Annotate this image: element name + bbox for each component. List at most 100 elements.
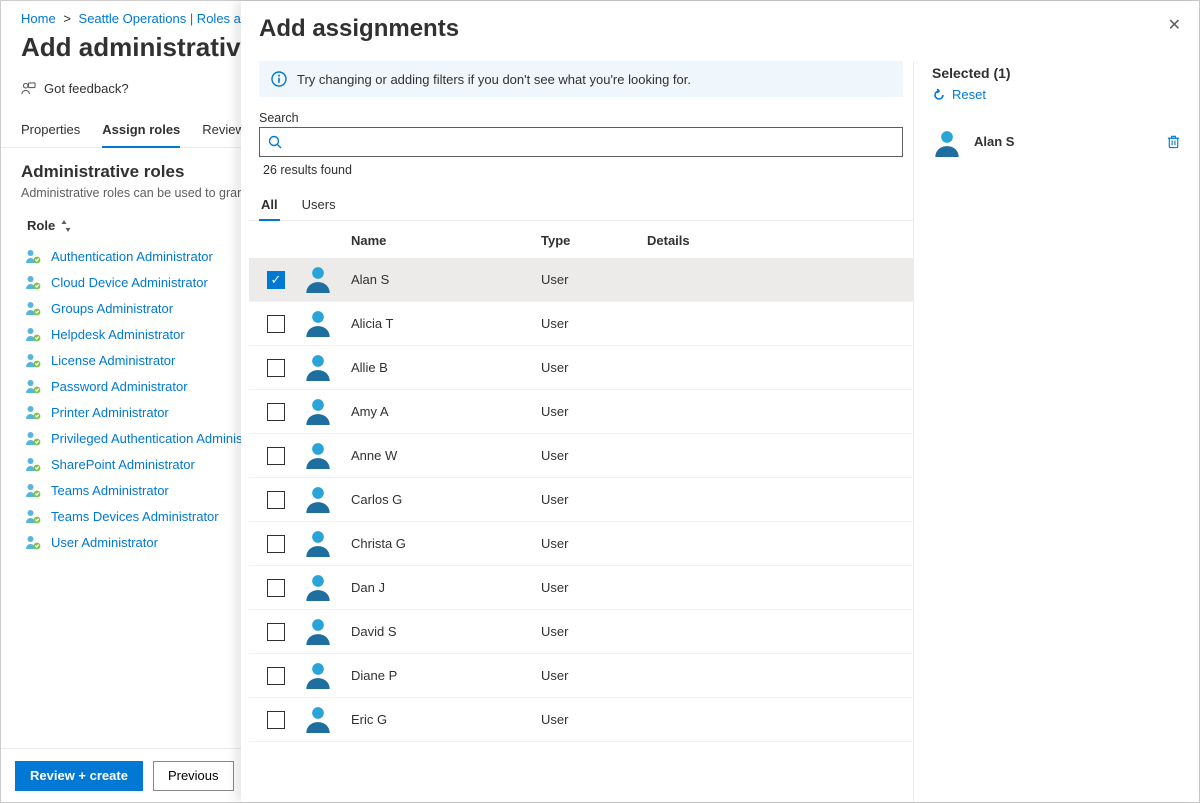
checkbox[interactable] <box>267 579 285 597</box>
roles-column-label: Role <box>27 218 55 233</box>
checkbox[interactable] <box>267 711 285 729</box>
user-type: User <box>541 712 647 727</box>
user-name: Eric G <box>351 712 541 727</box>
role-link[interactable]: Cloud Device Administrator <box>51 275 208 290</box>
role-icon <box>25 482 41 498</box>
role-link[interactable]: Helpdesk Administrator <box>51 327 185 342</box>
panel-tabs: All Users <box>249 191 913 221</box>
user-name: Diane P <box>351 668 541 683</box>
selected-item: Alan S <box>932 127 1181 157</box>
user-type: User <box>541 360 647 375</box>
user-type: User <box>541 448 647 463</box>
user-avatar-icon <box>303 351 333 381</box>
role-link[interactable]: Password Administrator <box>51 379 188 394</box>
role-link[interactable]: Teams Devices Administrator <box>51 509 219 524</box>
role-link[interactable]: Printer Administrator <box>51 405 169 420</box>
checkbox[interactable] <box>267 359 285 377</box>
checkbox[interactable] <box>267 623 285 641</box>
checkbox[interactable] <box>267 403 285 421</box>
role-icon <box>25 352 41 368</box>
user-avatar-icon <box>303 307 333 337</box>
search-icon <box>268 135 282 149</box>
role-link[interactable]: License Administrator <box>51 353 175 368</box>
search-label: Search <box>259 111 913 125</box>
user-row[interactable]: Dan J User <box>249 566 913 610</box>
user-name: Carlos G <box>351 492 541 507</box>
user-name: Amy A <box>351 404 541 419</box>
feedback-link[interactable]: Got feedback? <box>21 81 129 96</box>
role-link[interactable]: User Administrator <box>51 535 158 550</box>
close-icon[interactable]: ✕ <box>1168 15 1181 35</box>
search-box[interactable] <box>259 127 903 157</box>
user-row[interactable]: Carlos G User <box>249 478 913 522</box>
checkbox[interactable] <box>267 447 285 465</box>
breadcrumb-seattle[interactable]: Seattle Operations | Roles and <box>79 11 256 26</box>
user-type: User <box>541 536 647 551</box>
review-create-button[interactable]: Review + create <box>15 761 143 791</box>
feedback-label: Got feedback? <box>44 81 129 96</box>
role-link[interactable]: Teams Administrator <box>51 483 169 498</box>
breadcrumb-separator: > <box>63 11 71 26</box>
user-row[interactable]: Eric G User <box>249 698 913 742</box>
info-icon <box>271 71 287 87</box>
user-avatar-icon <box>303 615 333 645</box>
reset-button[interactable]: Reset <box>932 87 986 102</box>
tab-users[interactable]: Users <box>300 191 338 220</box>
role-icon <box>25 404 41 420</box>
user-avatar-icon <box>303 527 333 557</box>
user-row[interactable]: Christa G User <box>249 522 913 566</box>
tab-review[interactable]: Review <box>202 114 245 147</box>
role-icon <box>25 300 41 316</box>
user-type: User <box>541 668 647 683</box>
role-icon <box>25 326 41 342</box>
user-row[interactable]: Alicia T User <box>249 302 913 346</box>
role-icon <box>25 378 41 394</box>
selected-panel: Selected (1) Reset Alan S <box>913 61 1199 802</box>
column-name[interactable]: Name <box>351 233 541 248</box>
checkbox[interactable] <box>267 491 285 509</box>
breadcrumb-home[interactable]: Home <box>21 11 56 26</box>
role-link[interactable]: SharePoint Administrator <box>51 457 195 472</box>
role-link[interactable]: Groups Administrator <box>51 301 173 316</box>
role-icon <box>25 534 41 550</box>
tab-properties[interactable]: Properties <box>21 114 80 147</box>
user-row[interactable]: Diane P User <box>249 654 913 698</box>
user-name: Dan J <box>351 580 541 595</box>
role-link[interactable]: Authentication Administrator <box>51 249 213 264</box>
user-row[interactable]: Allie B User <box>249 346 913 390</box>
checkbox[interactable] <box>267 315 285 333</box>
user-avatar-icon <box>932 127 962 157</box>
column-details[interactable]: Details <box>647 233 913 248</box>
user-name: Anne W <box>351 448 541 463</box>
user-name: Alan S <box>351 272 541 287</box>
search-input[interactable] <box>290 135 894 150</box>
trash-icon[interactable] <box>1166 134 1181 149</box>
user-avatar-icon <box>303 703 333 733</box>
checkbox[interactable]: ✓ <box>267 271 285 289</box>
user-row[interactable]: Amy A User <box>249 390 913 434</box>
undo-icon <box>932 88 946 102</box>
user-row[interactable]: Anne W User <box>249 434 913 478</box>
checkbox[interactable] <box>267 535 285 553</box>
role-icon <box>25 508 41 524</box>
user-avatar-icon <box>303 483 333 513</box>
column-type[interactable]: Type <box>541 233 647 248</box>
tab-all[interactable]: All <box>259 191 280 220</box>
user-row[interactable]: ✓ Alan S User <box>249 258 913 302</box>
user-list[interactable]: Name Type Details ✓ Alan S User Alicia T… <box>249 221 913 802</box>
user-type: User <box>541 624 647 639</box>
reset-label: Reset <box>952 87 986 102</box>
user-avatar-icon <box>303 439 333 469</box>
user-row[interactable]: David S User <box>249 610 913 654</box>
user-type: User <box>541 580 647 595</box>
selected-heading: Selected (1) <box>932 65 1011 81</box>
info-bar: Try changing or adding filters if you do… <box>259 61 903 97</box>
panel-title: Add assignments <box>259 15 459 43</box>
role-link[interactable]: Privileged Authentication Administ <box>51 431 246 446</box>
previous-button[interactable]: Previous <box>153 761 234 791</box>
user-name: Allie B <box>351 360 541 375</box>
role-icon <box>25 274 41 290</box>
checkbox[interactable] <box>267 667 285 685</box>
tab-assign-roles[interactable]: Assign roles <box>102 114 180 147</box>
person-chat-icon <box>21 81 36 96</box>
